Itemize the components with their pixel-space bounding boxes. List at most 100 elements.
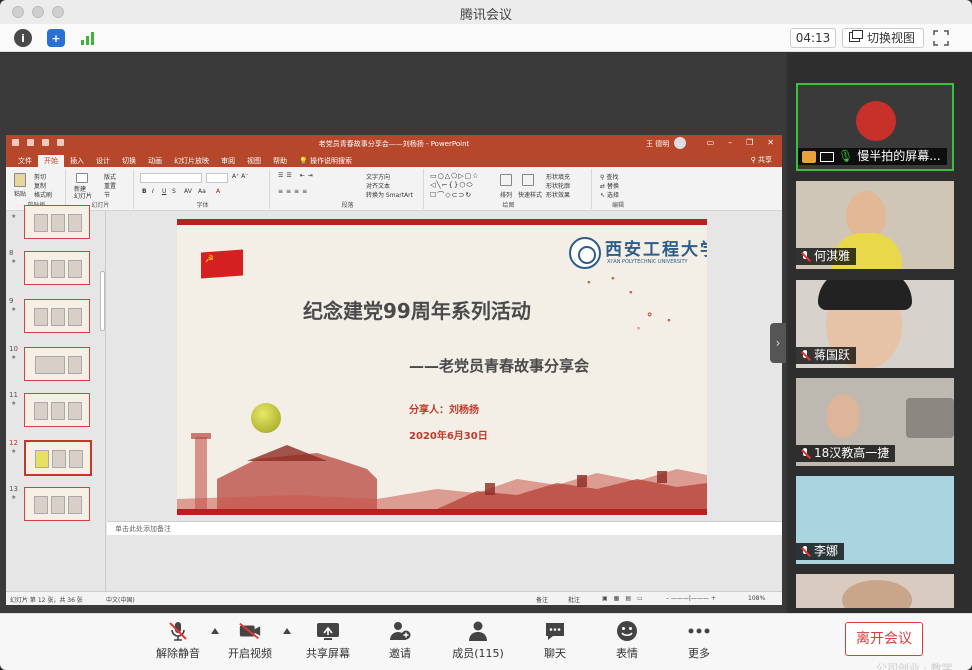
replace-button[interactable]: ⇄ 替换: [600, 181, 619, 190]
invite-button[interactable]: 邀请: [370, 620, 430, 661]
ppt-title-bar: 老党员青春故事分享会——刘杨扬 - PowerPoint 王 德明 ▭ – ❐ …: [6, 135, 782, 153]
thumb-star: ★: [11, 258, 17, 265]
tab-design[interactable]: 设计: [90, 155, 116, 167]
bullets-icon[interactable]: ☰☰ ⇤⇥: [278, 172, 316, 179]
shape-outline-button[interactable]: 形状轮廓: [546, 181, 570, 190]
quick-styles-button[interactable]: 快速样式: [518, 190, 542, 199]
grow-font-icon[interactable]: A⁺ A⁻: [232, 173, 248, 180]
underline-button[interactable]: U: [162, 188, 166, 195]
group-editing: ⚲ 查找 ⇄ 替换 ↖ 选择 编辑: [594, 169, 642, 209]
video-tile[interactable]: 何淇雅: [796, 181, 954, 269]
comments-toggle[interactable]: 批注: [568, 595, 580, 604]
bold-button[interactable]: B: [142, 188, 147, 195]
video-tile[interactable]: [796, 574, 954, 608]
smartart-button[interactable]: 转换为 SmartArt: [366, 190, 413, 199]
tab-insert[interactable]: 插入: [64, 155, 90, 167]
shapes-gallery-row3[interactable]: ☐⌒◇⊂⊃↻: [430, 190, 472, 200]
font-color-button[interactable]: A: [216, 188, 220, 195]
speaker-notes-field[interactable]: 单击此处添加备注: [107, 521, 782, 535]
slide-thumbnail[interactable]: [24, 251, 90, 285]
start-video-button[interactable]: 开启视频: [220, 620, 280, 661]
slide-thumbnail[interactable]: [24, 393, 90, 427]
new-slide-button[interactable]: 新建 幻灯片: [74, 186, 92, 200]
collapse-panel-chevron-icon[interactable]: ›: [770, 323, 786, 363]
change-case-button[interactable]: Aa: [198, 188, 206, 195]
reactions-label: 表情: [616, 647, 638, 660]
align-icons[interactable]: ≡≡≡≡: [278, 188, 310, 195]
audio-options-caret-icon[interactable]: [211, 628, 219, 634]
unmute-button[interactable]: 解除静音: [148, 620, 208, 661]
members-button[interactable]: 成员(115): [448, 620, 508, 661]
video-tile[interactable]: 李娜: [796, 476, 954, 564]
tab-view[interactable]: 视图: [241, 155, 267, 167]
invite-label: 邀请: [389, 647, 411, 660]
shapes-gallery[interactable]: ▭○△⬠▷▢☆: [430, 172, 479, 180]
shapes-gallery-row2[interactable]: ◁╲⌐{}⬡⬭: [430, 181, 473, 190]
info-icon[interactable]: i: [14, 29, 32, 47]
italic-button[interactable]: I: [152, 188, 154, 195]
copy-button[interactable]: 复制: [34, 181, 46, 190]
paste-icon: [14, 173, 26, 187]
select-button[interactable]: ↖ 选择: [600, 190, 619, 199]
slide-thumbnail-selected[interactable]: [24, 440, 92, 476]
ppt-share-button[interactable]: ⚲ 共享: [751, 155, 772, 165]
tab-review[interactable]: 审阅: [215, 155, 241, 167]
video-tile[interactable]: 18汉教高一捷: [796, 378, 954, 466]
layout-button[interactable]: 版式: [104, 172, 116, 181]
shape-effects-button[interactable]: 形状效果: [546, 190, 570, 199]
tab-transitions[interactable]: 切换: [116, 155, 142, 167]
reactions-button[interactable]: 表情: [597, 620, 657, 661]
format-painter-button[interactable]: 格式刷: [34, 190, 52, 199]
participant-name: 慢半拍的屏幕...: [857, 149, 941, 163]
view-buttons[interactable]: ▣▦▤▭: [602, 595, 649, 602]
slide-thumbnail[interactable]: [24, 347, 90, 381]
thumb-star: ★: [11, 448, 17, 455]
current-slide[interactable]: 西安工程大学 XI'AN POLYTECHNIC UNIVERSITY 𐤏 𐤏 …: [177, 219, 707, 515]
chat-button[interactable]: 聊天: [525, 620, 585, 661]
tell-me-search[interactable]: 💡 操作说明搜索: [293, 155, 358, 167]
notes-toggle[interactable]: 备注: [536, 595, 548, 604]
cut-button[interactable]: 剪切: [34, 172, 46, 181]
tab-slideshow[interactable]: 幻灯片放映: [168, 155, 215, 167]
paste-button[interactable]: 粘贴: [14, 189, 26, 198]
tab-animations[interactable]: 动画: [142, 155, 168, 167]
ribbon-display-icon[interactable]: ▭: [707, 138, 715, 147]
slide-thumbnail[interactable]: [24, 205, 90, 239]
shape-fill-button[interactable]: 形状填充: [546, 172, 570, 181]
mic-muted-icon: [800, 545, 810, 558]
tab-file[interactable]: 文件: [12, 155, 38, 167]
font-name-select[interactable]: [140, 173, 202, 183]
slide-thumbnail[interactable]: [24, 299, 90, 333]
ppt-user-avatar[interactable]: [674, 137, 686, 149]
align-text-button[interactable]: 对齐文本: [366, 181, 390, 190]
tab-home[interactable]: 开始: [38, 155, 64, 167]
restore-icon[interactable]: ❐: [746, 138, 753, 147]
fullscreen-icon[interactable]: [932, 29, 950, 47]
zoom-level[interactable]: 108%: [748, 595, 765, 602]
section-button[interactable]: 节: [104, 190, 110, 199]
close-icon[interactable]: ✕: [767, 138, 774, 147]
find-button[interactable]: ⚲ 查找: [600, 172, 618, 181]
text-direction-button[interactable]: 文字方向: [366, 172, 390, 181]
zoom-slider[interactable]: – ———|——— +: [666, 595, 716, 602]
shadow-button[interactable]: S: [172, 188, 176, 195]
video-tile[interactable]: 🎙 慢半拍的屏幕...: [796, 83, 954, 171]
spacing-button[interactable]: AV: [184, 188, 192, 195]
video-options-caret-icon[interactable]: [283, 628, 291, 634]
security-shield-icon[interactable]: +: [47, 29, 65, 47]
share-screen-button[interactable]: 共享屏幕: [298, 620, 358, 661]
switch-view-button[interactable]: 切换视图: [842, 28, 924, 48]
reset-button[interactable]: 重置: [104, 181, 116, 190]
signal-strength-icon[interactable]: [79, 29, 97, 47]
title-bar: 腾讯会议: [0, 0, 972, 24]
more-button[interactable]: 更多: [669, 620, 729, 661]
video-tile[interactable]: 蒋国跃: [796, 280, 954, 368]
tab-help[interactable]: 帮助: [267, 155, 293, 167]
slide-subtitle: ——老党员青春故事分享会: [409, 357, 590, 375]
font-size-select[interactable]: [206, 173, 228, 183]
leave-meeting-button[interactable]: 离开会议: [845, 622, 923, 656]
slide-thumbnail[interactable]: [24, 487, 90, 521]
thumbnails-scrollbar[interactable]: [100, 271, 105, 331]
minimize-icon[interactable]: –: [728, 138, 732, 147]
arrange-button[interactable]: 排列: [500, 190, 512, 199]
